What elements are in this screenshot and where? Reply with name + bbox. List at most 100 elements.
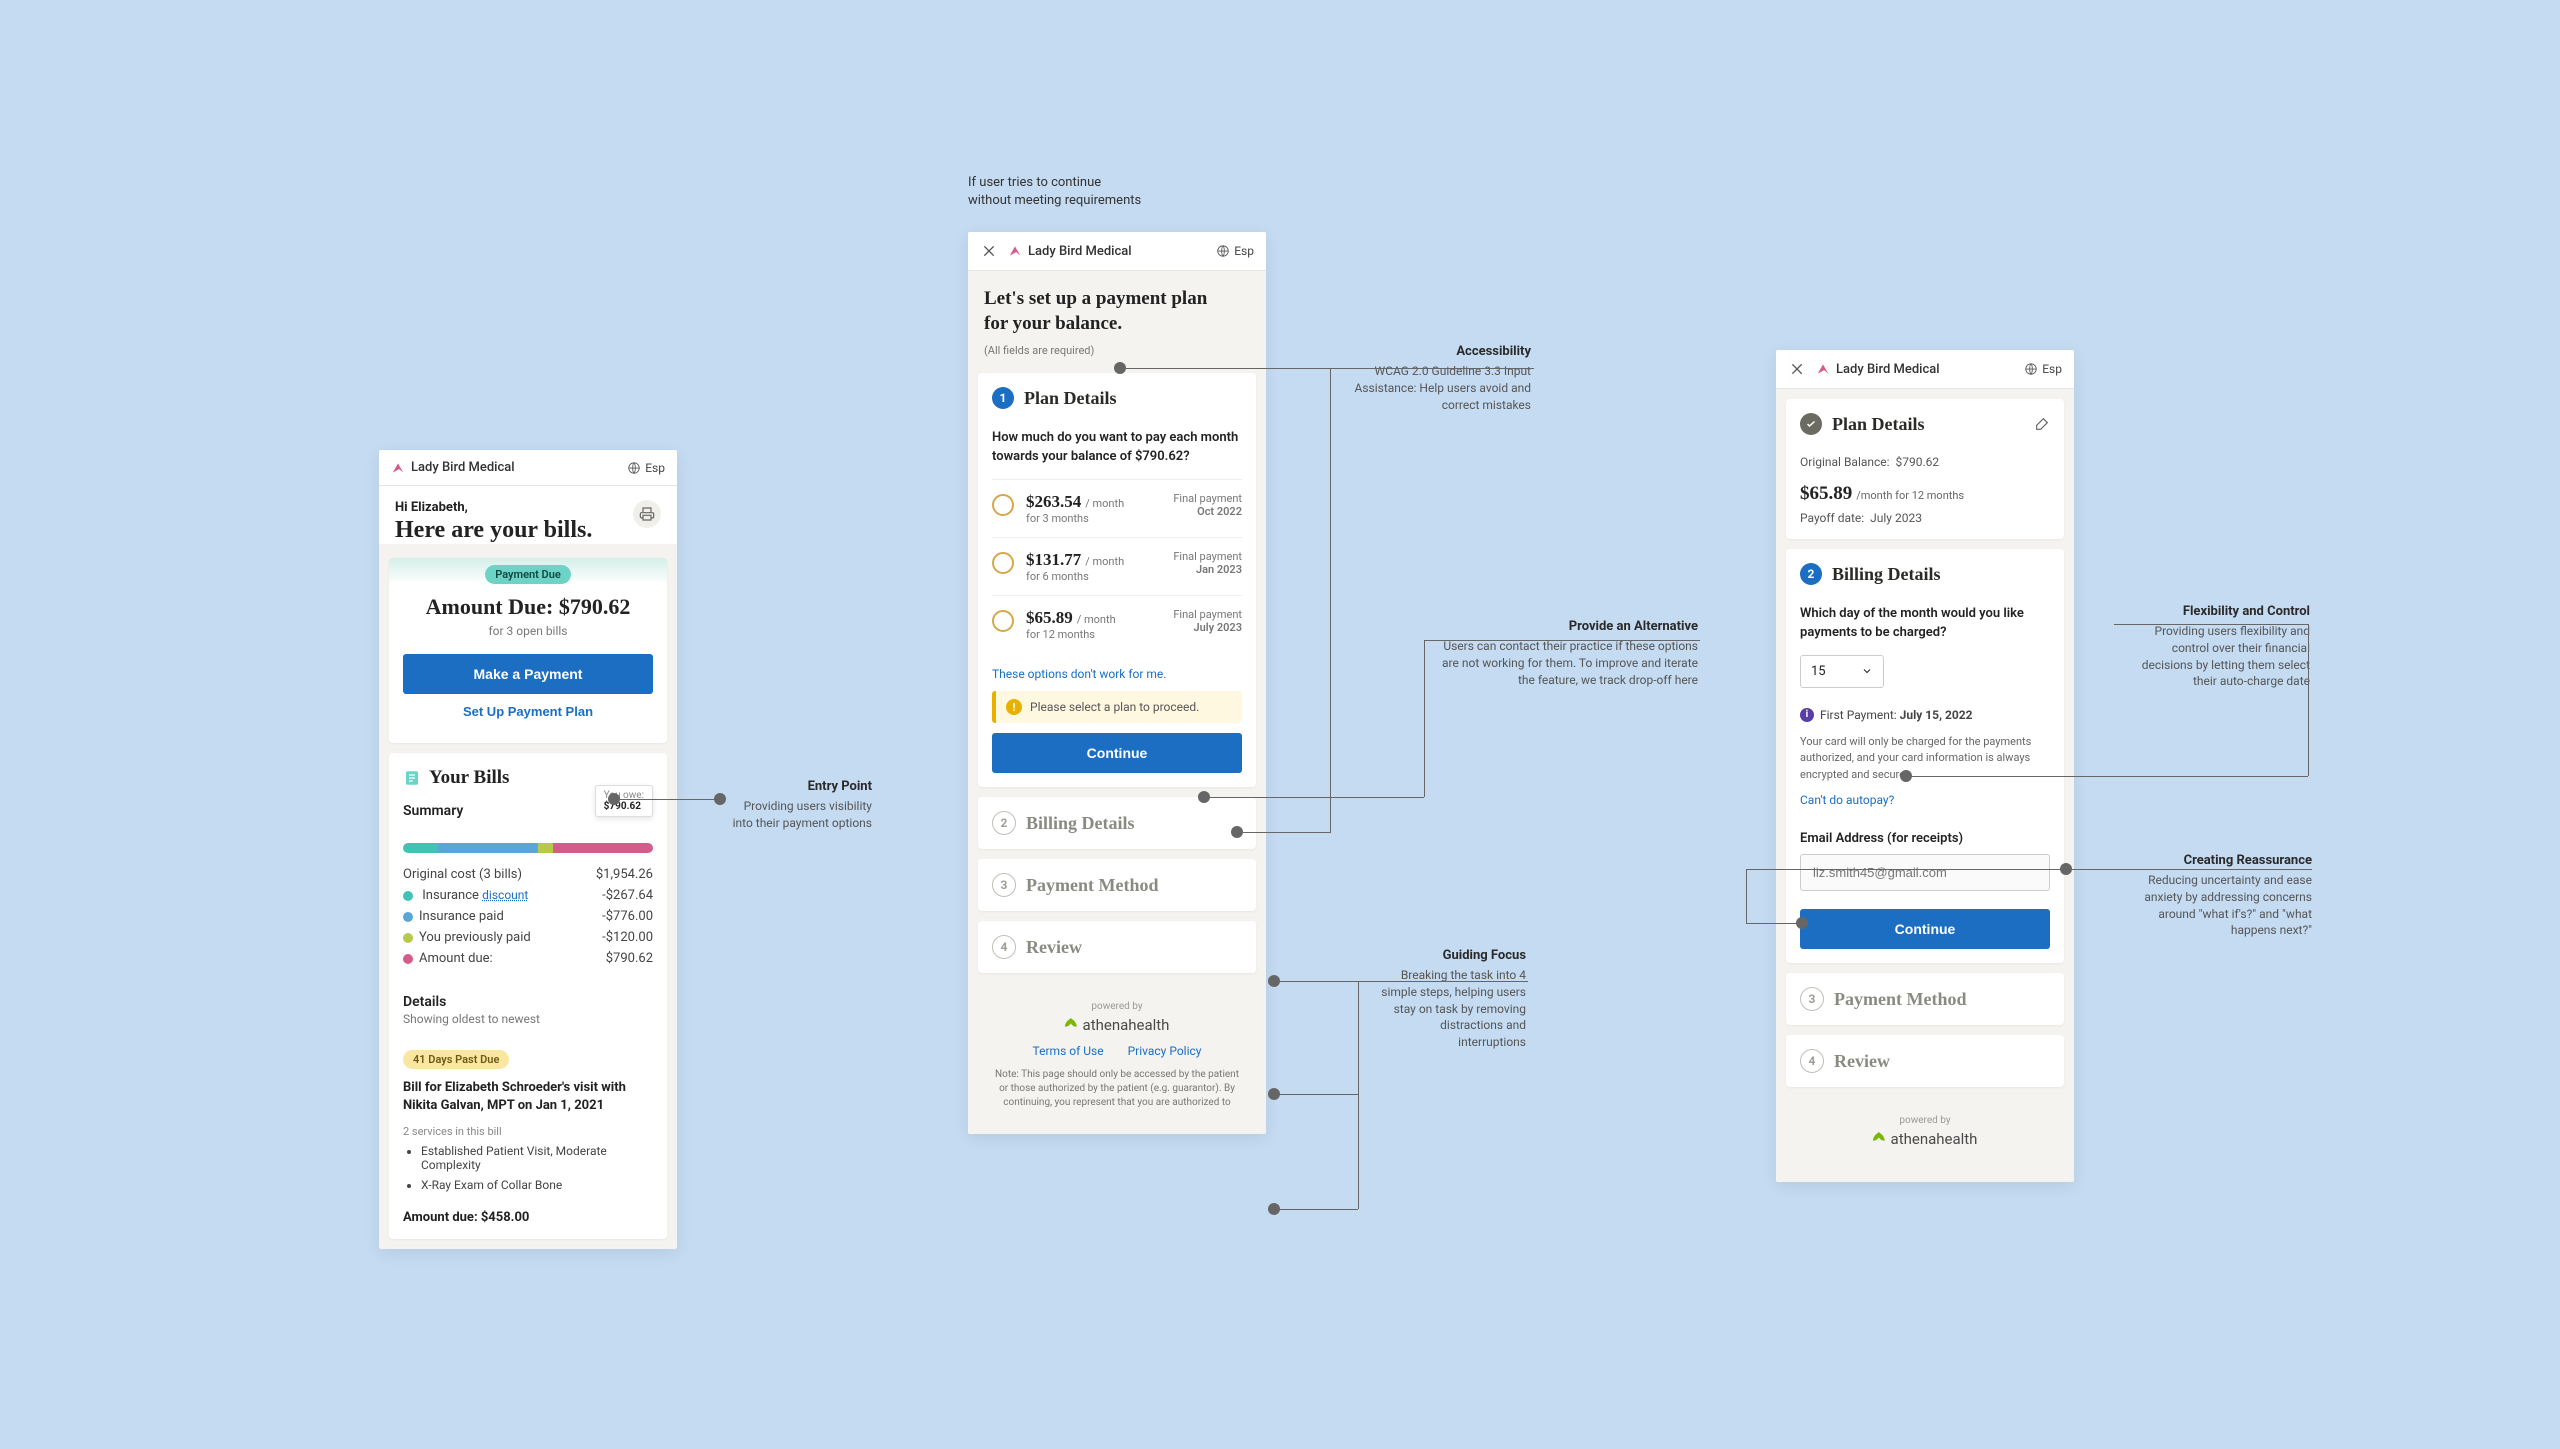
athenahealth-logo: athenahealth — [984, 1016, 1250, 1034]
make-payment-button[interactable]: Make a Payment — [403, 654, 653, 694]
step-4-title: Review — [1834, 1051, 1890, 1072]
required-note: (All fields are required) — [984, 344, 1250, 357]
anno-dot — [714, 793, 726, 805]
cost-breakdown-bar — [403, 843, 653, 853]
line-label: Original cost (3 bills) — [403, 867, 522, 882]
bills-icon — [403, 769, 421, 787]
payoff-label: Payoff date: — [1800, 511, 1864, 525]
option-per: / month — [1085, 555, 1124, 568]
check-icon — [1805, 418, 1817, 430]
athenahealth-logo: athenahealth — [1792, 1130, 2058, 1148]
line-value: $1,954.26 — [596, 867, 653, 882]
athenahealth-text: athenahealth — [1891, 1130, 1978, 1148]
plan-option-6mo[interactable]: $131.77 / month for 6 months Final payme… — [992, 537, 1242, 595]
details-label: Details — [403, 994, 653, 1010]
validation-alert: ! Please select a plan to proceed. — [992, 691, 1242, 723]
anno-line — [620, 799, 718, 800]
app-header: Lady Bird Medical Esp — [968, 232, 1266, 271]
language-switcher[interactable]: Esp — [1216, 244, 1254, 258]
step-3-title: Payment Method — [1026, 875, 1158, 896]
anno-guiding-focus: Guiding Focus Breaking the task into 4 s… — [1380, 948, 1526, 1051]
close-button[interactable] — [1788, 360, 1806, 378]
step-4-badge: 4 — [992, 935, 1016, 959]
plan-option-3mo[interactable]: $263.54 / month for 3 months Final payme… — [992, 479, 1242, 537]
anno-line — [1210, 797, 1424, 798]
services-count: 2 services in this bill — [403, 1125, 653, 1138]
step-payment-method[interactable]: 3 Payment Method — [978, 859, 1256, 911]
option-term: for 6 months — [1026, 570, 1161, 583]
line-value: $790.62 — [606, 951, 653, 966]
app-header: Lady Bird Medical Esp — [379, 450, 677, 486]
warning-icon: ! — [1006, 699, 1022, 715]
footer-note: Note: This page should only be accessed … — [984, 1068, 1250, 1110]
radio-icon — [992, 552, 1014, 574]
language-switcher[interactable]: Esp — [2024, 362, 2062, 376]
option-final-label: Final payment — [1173, 550, 1242, 563]
terms-link[interactable]: Terms of Use — [1033, 1044, 1104, 1058]
anno-body: WCAG 2.0 Guideline 3.3 Input Assistance:… — [1341, 363, 1531, 413]
brand-name: Lady Bird Medical — [1028, 244, 1132, 259]
step-complete-badge — [1800, 413, 1822, 435]
line-label: You previously paid — [419, 930, 531, 945]
email-input[interactable] — [1800, 854, 2050, 891]
charge-day-select[interactable]: 15 — [1800, 655, 1884, 688]
option-final-date: Jan 2023 — [1173, 563, 1242, 576]
app-footer: powered by athenahealth — [1776, 1097, 2074, 1182]
step-billing-details[interactable]: 2 Billing Details — [978, 797, 1256, 849]
discount-link[interactable]: discount — [482, 888, 528, 902]
brand: Lady Bird Medical — [1816, 362, 1940, 377]
globe-icon — [627, 461, 641, 475]
phone-bills-overview: Lady Bird Medical Esp Hi Elizabeth, Here… — [379, 450, 677, 1249]
anno-dot — [608, 793, 620, 805]
anno-dot — [1268, 1203, 1280, 1215]
anno-line — [1243, 832, 1331, 833]
option-final-label: Final payment — [1173, 608, 1242, 621]
your-bills-card: Your Bills Summary You owe: $790.62 Orig… — [389, 753, 667, 1239]
anno-dot — [1268, 1088, 1280, 1100]
anno-body: Reducing uncertainty and ease anxiety by… — [2130, 872, 2312, 939]
close-button[interactable] — [980, 242, 998, 260]
anno-dot — [1198, 791, 1210, 803]
step-payment-method[interactable]: 3 Payment Method — [1786, 973, 2064, 1025]
select-value: 15 — [1811, 664, 1826, 679]
bill-title: Bill for Elizabeth Schroeder's visit wit… — [403, 1079, 653, 1115]
plan-option-12mo[interactable]: $65.89 / month for 12 months Final payme… — [992, 595, 1242, 653]
cant-autopay-link[interactable]: Can't do autopay? — [1800, 793, 2050, 807]
option-per: / month — [1077, 613, 1116, 626]
alert-text: Please select a plan to proceed. — [1030, 700, 1199, 714]
leaf-icon — [1873, 1132, 1887, 1146]
dot-icon — [403, 891, 413, 901]
globe-icon — [1216, 244, 1230, 258]
chevron-down-icon — [1861, 665, 1873, 677]
step-review[interactable]: 4 Review — [978, 921, 1256, 973]
past-due-pill: 41 Days Past Due — [403, 1050, 509, 1069]
anno-body: Providing users visibility into their pa… — [722, 798, 872, 832]
step-review[interactable]: 4 Review — [1786, 1035, 2064, 1087]
line-label: Amount due: — [419, 951, 493, 966]
plan-heading: Let's set up a payment plan for your bal… — [984, 287, 1224, 336]
anno-line — [1912, 776, 2308, 777]
continue-button[interactable]: Continue — [1800, 909, 2050, 949]
anno-body: Users can contact their practice if thes… — [1438, 638, 1698, 688]
options-dont-work-link[interactable]: These options don't work for me. — [992, 667, 1242, 681]
continue-button[interactable]: Continue — [992, 733, 1242, 773]
option-amount: $65.89 — [1026, 608, 1073, 627]
anno-dot — [1268, 975, 1280, 987]
anno-reassurance: Creating Reassurance Reducing uncertaint… — [2130, 853, 2312, 939]
setup-payment-plan-button[interactable]: Set Up Payment Plan — [403, 694, 653, 729]
print-button[interactable] — [633, 500, 661, 528]
privacy-link[interactable]: Privacy Policy — [1128, 1044, 1202, 1058]
anno-line — [1424, 640, 1700, 641]
option-term: for 3 months — [1026, 512, 1161, 525]
line-label: Insurance — [422, 888, 482, 903]
anno-title: Entry Point — [722, 779, 872, 794]
step-4-title: Review — [1026, 937, 1082, 958]
step-2-header: 2 Billing Details — [1800, 563, 2050, 585]
greeting-block: Hi Elizabeth, Here are your bills. — [379, 486, 677, 544]
edit-button[interactable] — [2034, 416, 2050, 432]
step-1-badge: 1 — [992, 387, 1014, 409]
service-item: X-Ray Exam of Collar Bone — [421, 1178, 653, 1192]
language-switcher[interactable]: Esp — [627, 461, 665, 475]
line-value: -$267.64 — [602, 888, 653, 903]
dot-icon — [403, 912, 413, 922]
